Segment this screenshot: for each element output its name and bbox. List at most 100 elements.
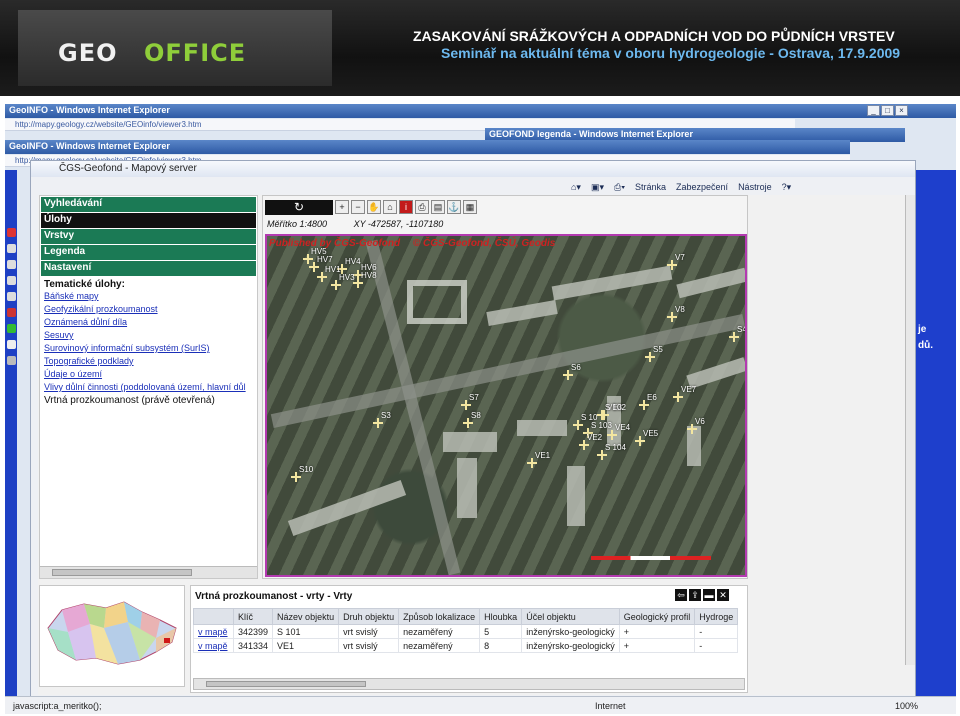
marker-label: S5 (653, 345, 663, 354)
building (486, 300, 558, 326)
link-topography[interactable]: Topografické podklady (40, 355, 257, 368)
print-icon[interactable]: ⎙▾ (614, 182, 625, 193)
column-header (193, 608, 234, 625)
extent-tool-icon[interactable]: ▦ (463, 200, 477, 214)
green-dot-icon[interactable] (7, 324, 16, 333)
menu-page[interactable]: Stránka (635, 182, 666, 192)
logo-text-geo: GEO (58, 39, 118, 67)
close-button[interactable]: × (895, 105, 908, 116)
menu-legend[interactable]: Legenda (41, 245, 256, 260)
column-header[interactable]: Název objektu (272, 608, 340, 625)
menu-layers[interactable]: Vrstvy (41, 229, 256, 244)
page-scrollbar[interactable] (905, 195, 915, 665)
results-title: Vrtná prozkoumanost - vrty - Vrty (195, 591, 353, 602)
zoom-level[interactable]: 100% (895, 701, 918, 711)
info-icon[interactable] (7, 340, 16, 349)
link-geophysics[interactable]: Geofyzikální prozkoumanost (40, 303, 257, 316)
zoom-in-icon[interactable] (7, 244, 16, 253)
zoom-in-tool-icon[interactable]: + (335, 200, 349, 214)
results-table: Klíč Název objektu Druh objektu Způsob l… (193, 608, 739, 653)
app-title-text: ČGS-Geofond - Mapový server (59, 163, 197, 174)
anchor-tool-icon[interactable]: ⚓ (447, 200, 461, 214)
slide: GEO OFFICE ZASAKOVÁNÍ SRÁŽKOVÝCH A ODPAD… (0, 0, 960, 716)
identify-tool-icon[interactable]: i (399, 200, 413, 214)
table-cell: inženýrsko-geologický (521, 638, 620, 653)
globe-icon[interactable] (7, 292, 16, 301)
back-icon[interactable]: ⇦ (675, 589, 687, 601)
link-suris[interactable]: Surovinový informační subsystém (SurIS) (40, 342, 257, 355)
status-bar: javascript:a_meritko(); Internet 100% (5, 696, 956, 714)
printer-tool-icon[interactable]: ▤ (431, 200, 445, 214)
results-scroll-thumb[interactable] (206, 681, 366, 687)
app-tab-title: ČGS-Geofond - Mapový server (31, 161, 915, 177)
table-cell: vrt svislý (338, 624, 400, 639)
road (270, 314, 745, 428)
minimize-button[interactable]: _ (867, 105, 880, 116)
coords-label: XY -472587, -1107180 (353, 219, 444, 229)
logo-text-office: OFFICE (144, 39, 247, 67)
feeds-icon[interactable]: ▣▾ (591, 182, 604, 193)
menu-tools[interactable]: Nástroje (738, 182, 772, 192)
aerial-map[interactable]: Published by ČGS-Geofond © ČGS-Geofond, … (265, 234, 747, 577)
results-scrollbar[interactable] (193, 678, 745, 690)
marker-label: VE4 (615, 423, 631, 432)
table-cell: VE1 (272, 638, 340, 653)
building (551, 265, 673, 301)
marker-label: S3 (381, 411, 391, 420)
menu-settings[interactable]: Nastavení (41, 261, 256, 276)
column-header[interactable]: Účel objektu (521, 608, 620, 625)
overview-map[interactable] (39, 585, 185, 687)
refresh-button[interactable]: ↻ (265, 199, 333, 215)
security-zone: Internet (595, 701, 626, 711)
menu-search[interactable]: Vyhledávání (41, 197, 256, 212)
show-in-map-link[interactable]: v mapě (193, 624, 234, 639)
status-text: javascript:a_meritko(); (13, 701, 102, 711)
geoffice-logo: GEO OFFICE (18, 10, 332, 86)
hand-icon[interactable] (7, 308, 16, 317)
marker-label: S 102 (605, 403, 626, 412)
link-mining-influence[interactable]: Vlivy důlní činnosti (poddolovaná území,… (40, 381, 257, 394)
menu-security[interactable]: Zabezpečení (676, 182, 728, 192)
table-cell: - (694, 624, 739, 639)
maximize-button[interactable]: □ (881, 105, 894, 116)
background-text-1: je (918, 324, 927, 335)
map-panel: ↻ + − ✋ ⌂ i ⎙ ▤ ⚓ ▦ Měřítko 1:4800 XY -4… (262, 195, 748, 579)
flag-icon[interactable] (7, 228, 16, 237)
menu-scrollbar[interactable] (40, 566, 257, 578)
link-mine-works[interactable]: Oznámená důlní díla (40, 316, 257, 329)
marker-label: V7 (675, 253, 685, 262)
menu-tasks[interactable]: Úlohy (41, 213, 256, 228)
column-header[interactable]: Hydroge (694, 608, 739, 625)
marker-label: E6 (647, 393, 657, 402)
table-cell: vrt svislý (338, 638, 400, 653)
column-header[interactable]: Klíč (232, 608, 274, 625)
show-in-map-link[interactable]: v mapě (193, 638, 234, 653)
link-mining-maps[interactable]: Báňské mapy (40, 290, 257, 303)
search-icon[interactable] (7, 276, 16, 285)
menu-scroll-thumb[interactable] (52, 569, 192, 576)
column-header[interactable]: Způsob lokalizace (398, 608, 481, 625)
home-icon[interactable]: ⌂▾ (571, 182, 581, 193)
credit-copyright: © ČGS-Geofond, ČSÚ, Geodis (412, 238, 556, 249)
export-icon[interactable]: ⇪ (689, 589, 701, 601)
front-window-title-bar: GeoINFO - Windows Internet Explorer (5, 140, 850, 154)
czech-regions-map (47, 601, 177, 665)
print-tool-icon[interactable]: ⎙ (415, 200, 429, 214)
table-cell: + (618, 624, 696, 639)
column-header[interactable]: Geologický profil (618, 608, 696, 625)
link-landslides[interactable]: Sesuvy (40, 329, 257, 342)
pencil-icon[interactable] (7, 356, 16, 365)
column-header[interactable]: Druh objektu (338, 608, 400, 625)
table-row: v mapě 341334 VE1 vrt svislý nezaměřený … (193, 638, 739, 653)
pan-tool-icon[interactable]: ✋ (367, 200, 381, 214)
zoom-out-tool-icon[interactable]: − (351, 200, 365, 214)
help-icon[interactable]: ?▾ (782, 182, 792, 193)
close-icon[interactable]: ✕ (717, 589, 729, 601)
home-tool-icon[interactable]: ⌂ (383, 200, 397, 214)
zoom-out-icon[interactable] (7, 260, 16, 269)
banner: GEO OFFICE ZASAKOVÁNÍ SRÁŽKOVÝCH A ODPAD… (0, 0, 960, 96)
minimize-icon[interactable]: ▬ (703, 589, 715, 601)
column-header[interactable]: Hloubka (479, 608, 523, 625)
front-window-title: GeoINFO - Windows Internet Explorer (9, 141, 170, 151)
link-territory-data[interactable]: Údaje o území (40, 368, 257, 381)
